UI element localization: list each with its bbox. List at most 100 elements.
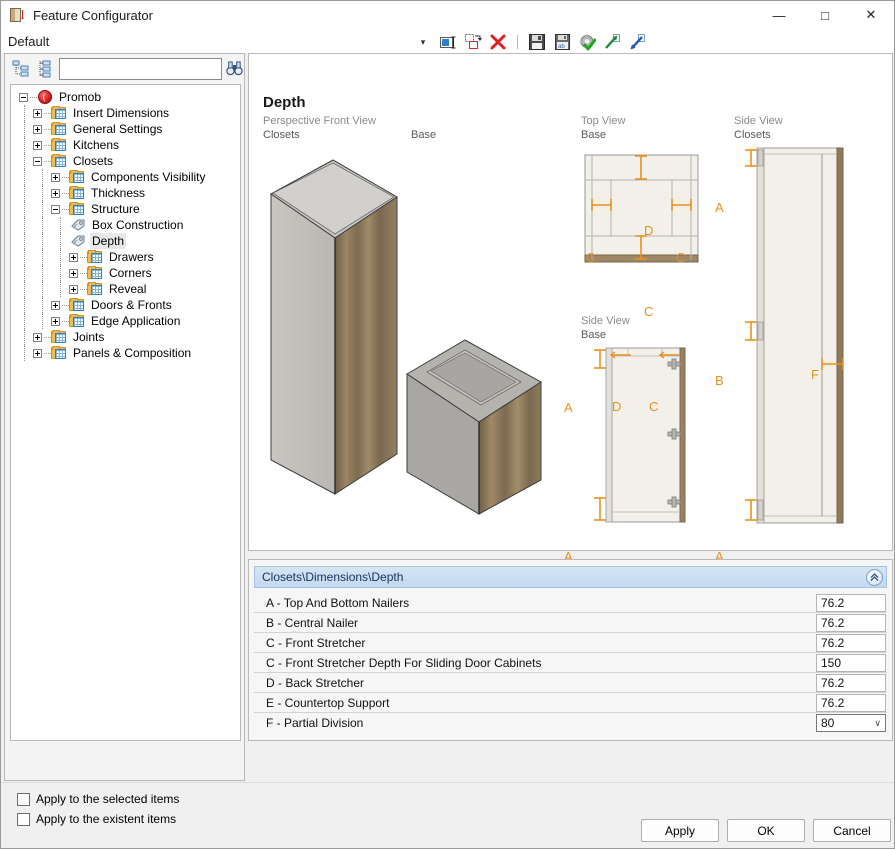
tree-node-depth[interactable]: Depth <box>11 233 240 249</box>
tree-node-label: Thickness <box>91 186 146 200</box>
callout-side-closets-b: B <box>715 373 724 388</box>
table-row[interactable]: D - Back Stretcher 76.2 <box>254 673 887 693</box>
expander-icon[interactable] <box>33 124 42 134</box>
folder-icon <box>69 313 85 329</box>
folder-icon <box>69 169 85 185</box>
expander-icon[interactable] <box>33 140 42 150</box>
rename-icon <box>439 36 455 48</box>
search-input[interactable] <box>59 58 222 80</box>
maximize-button[interactable]: □ <box>802 1 848 29</box>
tree-node-drawers[interactable]: Drawers <box>11 249 240 265</box>
callout-top-view-c-bottom: C <box>644 304 654 319</box>
expander-icon[interactable] <box>51 172 60 182</box>
property-value-input[interactable]: 76.2 <box>816 673 886 692</box>
tree-node-joints[interactable]: Joints <box>11 329 240 345</box>
tree-node-label: Insert Dimensions <box>73 106 170 120</box>
tree-node-label: Drawers <box>109 250 154 264</box>
expander-icon[interactable] <box>33 332 42 342</box>
expander-icon[interactable] <box>33 108 42 118</box>
cancel-button[interactable]: Cancel <box>813 819 891 842</box>
import-button[interactable] <box>627 32 647 52</box>
duplicate-button[interactable] <box>463 32 483 52</box>
folder-icon <box>51 105 67 121</box>
drawing-title: Depth <box>263 94 306 111</box>
export-button[interactable] <box>602 32 622 52</box>
tree-node-insert-dimensions[interactable]: Insert Dimensions <box>11 105 240 121</box>
apply-to-existent-items-row[interactable]: Apply to the existent items <box>17 809 264 829</box>
property-value-input[interactable]: 76.2 <box>816 693 886 712</box>
expander-icon[interactable] <box>51 188 60 198</box>
view-label-side-view-base: Side View Base <box>581 314 630 342</box>
property-name: A - Top And Bottom Nailers <box>266 595 410 610</box>
expander-icon[interactable] <box>69 284 78 294</box>
tree-node-structure[interactable]: Structure <box>11 201 240 217</box>
rename-button[interactable] <box>438 32 458 52</box>
partial-division-dropdown[interactable]: 80 ∨ <box>816 714 886 732</box>
table-row[interactable]: F - Partial Division 80 ∨ <box>254 713 887 733</box>
apply-to-selected-items-checkbox[interactable] <box>17 792 30 806</box>
property-value-input[interactable]: 76.2 <box>816 593 886 612</box>
collapse-tree-icon[interactable] <box>12 60 30 78</box>
tree-node-box-construction[interactable]: Box Construction <box>11 217 240 233</box>
tree-node-label: Kitchens <box>73 138 120 152</box>
table-row[interactable]: A - Top And Bottom Nailers 76.2 <box>254 593 887 613</box>
copy-icon <box>464 34 482 49</box>
folder-icon <box>51 137 67 153</box>
tree-node-components-visibility[interactable]: Components Visibility <box>11 169 240 185</box>
expander-icon[interactable] <box>19 92 28 102</box>
tree-node-closets[interactable]: Closets <box>11 153 240 169</box>
apply-settings-button[interactable] <box>577 32 597 52</box>
expander-icon[interactable] <box>69 252 78 262</box>
tree-node-doors-and-fronts[interactable]: Doors & Fronts <box>11 297 240 313</box>
folder-icon <box>87 265 103 281</box>
tree-node-label: Doors & Fronts <box>91 298 172 312</box>
close-button[interactable]: ✕ <box>848 1 894 29</box>
tree-node-panels-and-composition[interactable]: Panels & Composition <box>11 345 240 361</box>
delete-icon <box>490 34 506 50</box>
expander-icon[interactable] <box>33 348 42 358</box>
property-value-input[interactable]: 76.2 <box>816 633 886 652</box>
expander-icon[interactable] <box>51 300 60 310</box>
tree-node-corners[interactable]: Corners <box>11 265 240 281</box>
property-name: E - Countertop Support <box>266 695 390 710</box>
property-value-input[interactable]: 150 <box>816 653 886 672</box>
delete-button[interactable] <box>488 32 508 52</box>
tree-node-kitchens[interactable]: Kitchens <box>11 137 240 153</box>
view-label-base: Base <box>411 128 436 142</box>
perspective-tall-closet-render <box>270 159 398 495</box>
expander-icon[interactable] <box>33 156 42 166</box>
feature-tree[interactable]: Promob Insert Dimensions General Setting… <box>10 84 241 741</box>
expander-icon[interactable] <box>51 204 60 214</box>
expander-icon[interactable] <box>69 268 78 278</box>
property-value-input[interactable]: 76.2 <box>816 613 886 632</box>
callout-side-base-a-top: A <box>564 400 573 415</box>
tree-node-label: Components Visibility <box>91 170 206 184</box>
chevron-up-double-icon <box>870 573 879 581</box>
tree-node-promob[interactable]: Promob <box>11 89 240 105</box>
tree-node-edge-application[interactable]: Edge Application <box>11 313 240 329</box>
table-row[interactable]: C - Front Stretcher Depth For Sliding Do… <box>254 653 887 673</box>
tree-node-reveal[interactable]: Reveal <box>11 281 240 297</box>
save-button[interactable] <box>527 32 547 52</box>
table-row[interactable]: B - Central Nailer 76.2 <box>254 613 887 633</box>
profile-dropdown-button[interactable]: ▾ <box>413 32 433 52</box>
dialog-button-bar: Apply OK Cancel <box>641 819 891 842</box>
table-row[interactable]: E - Countertop Support 76.2 <box>254 693 887 713</box>
save-as-icon: ab <box>554 34 570 50</box>
apply-to-selected-items-row[interactable]: Apply to the selected items <box>17 789 264 809</box>
folder-icon <box>69 297 85 313</box>
save-as-button[interactable]: ab <box>552 32 572 52</box>
title-bar: I Feature Configurator — □ ✕ <box>1 1 894 29</box>
table-row[interactable]: C - Front Stretcher 76.2 <box>254 633 887 653</box>
binoculars-icon[interactable] <box>225 59 243 77</box>
apply-button[interactable]: Apply <box>641 819 719 842</box>
expand-tree-icon[interactable] <box>37 60 55 78</box>
expander-icon[interactable] <box>51 316 60 326</box>
apply-to-existent-items-checkbox[interactable] <box>17 812 30 826</box>
tree-node-general-settings[interactable]: General Settings <box>11 121 240 137</box>
property-panel-header: Closets\Dimensions\Depth <box>254 566 887 588</box>
collapse-panel-button[interactable] <box>866 569 883 586</box>
tree-node-thickness[interactable]: Thickness <box>11 185 240 201</box>
ok-button[interactable]: OK <box>727 819 805 842</box>
minimize-button[interactable]: — <box>756 1 802 29</box>
